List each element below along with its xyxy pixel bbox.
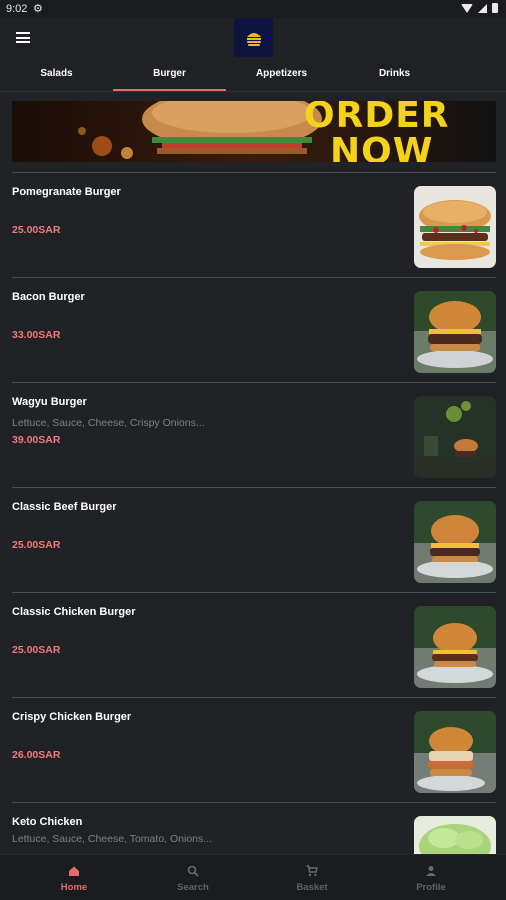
profile-icon xyxy=(426,866,436,876)
tab-salads[interactable]: Salads xyxy=(0,60,113,92)
item-price: 26.00SAR xyxy=(12,749,61,761)
home-icon xyxy=(69,866,79,876)
item-name: Crispy Chicken Burger xyxy=(12,711,132,723)
item-name: Classic Beef Burger xyxy=(12,501,117,513)
item-image-classic-chicken-burger[interactable] xyxy=(414,606,496,688)
banner-now-text: NOW xyxy=(330,131,434,162)
status-icons xyxy=(461,3,498,13)
search-icon xyxy=(187,865,199,877)
nav-search-label: Search xyxy=(177,882,209,893)
item-image-classic-beef-burger[interactable] xyxy=(414,501,496,583)
battery-icon xyxy=(492,3,498,13)
signal-icon xyxy=(478,3,487,13)
item-image-pomegranate-burger[interactable] xyxy=(414,186,496,268)
item-price: 25.00SAR xyxy=(12,644,61,656)
item-name: Pomegranate Burger xyxy=(12,186,121,198)
tabs-divider xyxy=(0,91,506,92)
settings-gear-icon: ⚙ xyxy=(33,3,43,15)
menu-item[interactable]: Classic Beef Burger 25.00SAR xyxy=(0,488,506,593)
status-bar: 9:02 ⚙ xyxy=(0,0,506,18)
app-bar xyxy=(0,18,506,60)
item-description: Lettuce, Sauce, Cheese, Tomato, Onions..… xyxy=(12,833,213,845)
item-description: Lettuce, Sauce, Cheese, Crispy Onions... xyxy=(12,417,205,429)
item-price: 25.00SAR xyxy=(12,224,61,236)
wifi-icon xyxy=(461,3,473,13)
menu-item[interactable]: Pomegranate Burger 25.00SAR xyxy=(0,173,506,278)
promo-banner[interactable]: ORDER NOW xyxy=(12,101,496,162)
item-price: 25.00SAR xyxy=(12,539,61,551)
nav-profile-label: Profile xyxy=(416,882,446,893)
nav-home-label: Home xyxy=(60,882,88,893)
menu-item[interactable]: Wagyu Burger Lettuce, Sauce, Cheese, Cri… xyxy=(0,383,506,488)
bottom-navigation: Home Search Basket Profile xyxy=(0,854,506,900)
nav-basket-label: Basket xyxy=(296,882,328,893)
nav-profile[interactable]: Profile xyxy=(371,855,491,900)
category-tabs: Salads Burger Appetizers Drinks xyxy=(0,60,506,92)
nav-search[interactable]: Search xyxy=(133,855,253,900)
tab-drinks[interactable]: Drinks xyxy=(338,60,451,92)
item-image-crispy-chicken-burger[interactable] xyxy=(414,711,496,793)
menu-item[interactable]: Bacon Burger 33.00SAR xyxy=(0,278,506,383)
tab-burger[interactable]: Burger xyxy=(113,60,226,92)
status-time: 9:02 xyxy=(6,3,28,15)
menu-item[interactable]: Classic Chicken Burger 25.00SAR xyxy=(0,593,506,698)
item-price: 39.00SAR xyxy=(12,434,61,446)
nav-home[interactable]: Home xyxy=(14,855,134,900)
item-name: Bacon Burger xyxy=(12,291,85,303)
item-image-wagyu-burger[interactable] xyxy=(414,396,496,478)
item-name: Wagyu Burger xyxy=(12,396,87,408)
tab-appetizers[interactable]: Appetizers xyxy=(225,60,338,92)
item-image-bacon-burger[interactable] xyxy=(414,291,496,373)
item-name: Classic Chicken Burger xyxy=(12,606,136,618)
burger-logo xyxy=(234,18,273,57)
cart-icon xyxy=(306,865,318,877)
item-name: Keto Chicken xyxy=(12,816,83,828)
hamburger-menu-icon[interactable] xyxy=(16,32,30,43)
menu-item[interactable]: Crispy Chicken Burger 26.00SAR xyxy=(0,698,506,803)
nav-basket[interactable]: Basket xyxy=(252,855,372,900)
item-price: 33.00SAR xyxy=(12,329,61,341)
